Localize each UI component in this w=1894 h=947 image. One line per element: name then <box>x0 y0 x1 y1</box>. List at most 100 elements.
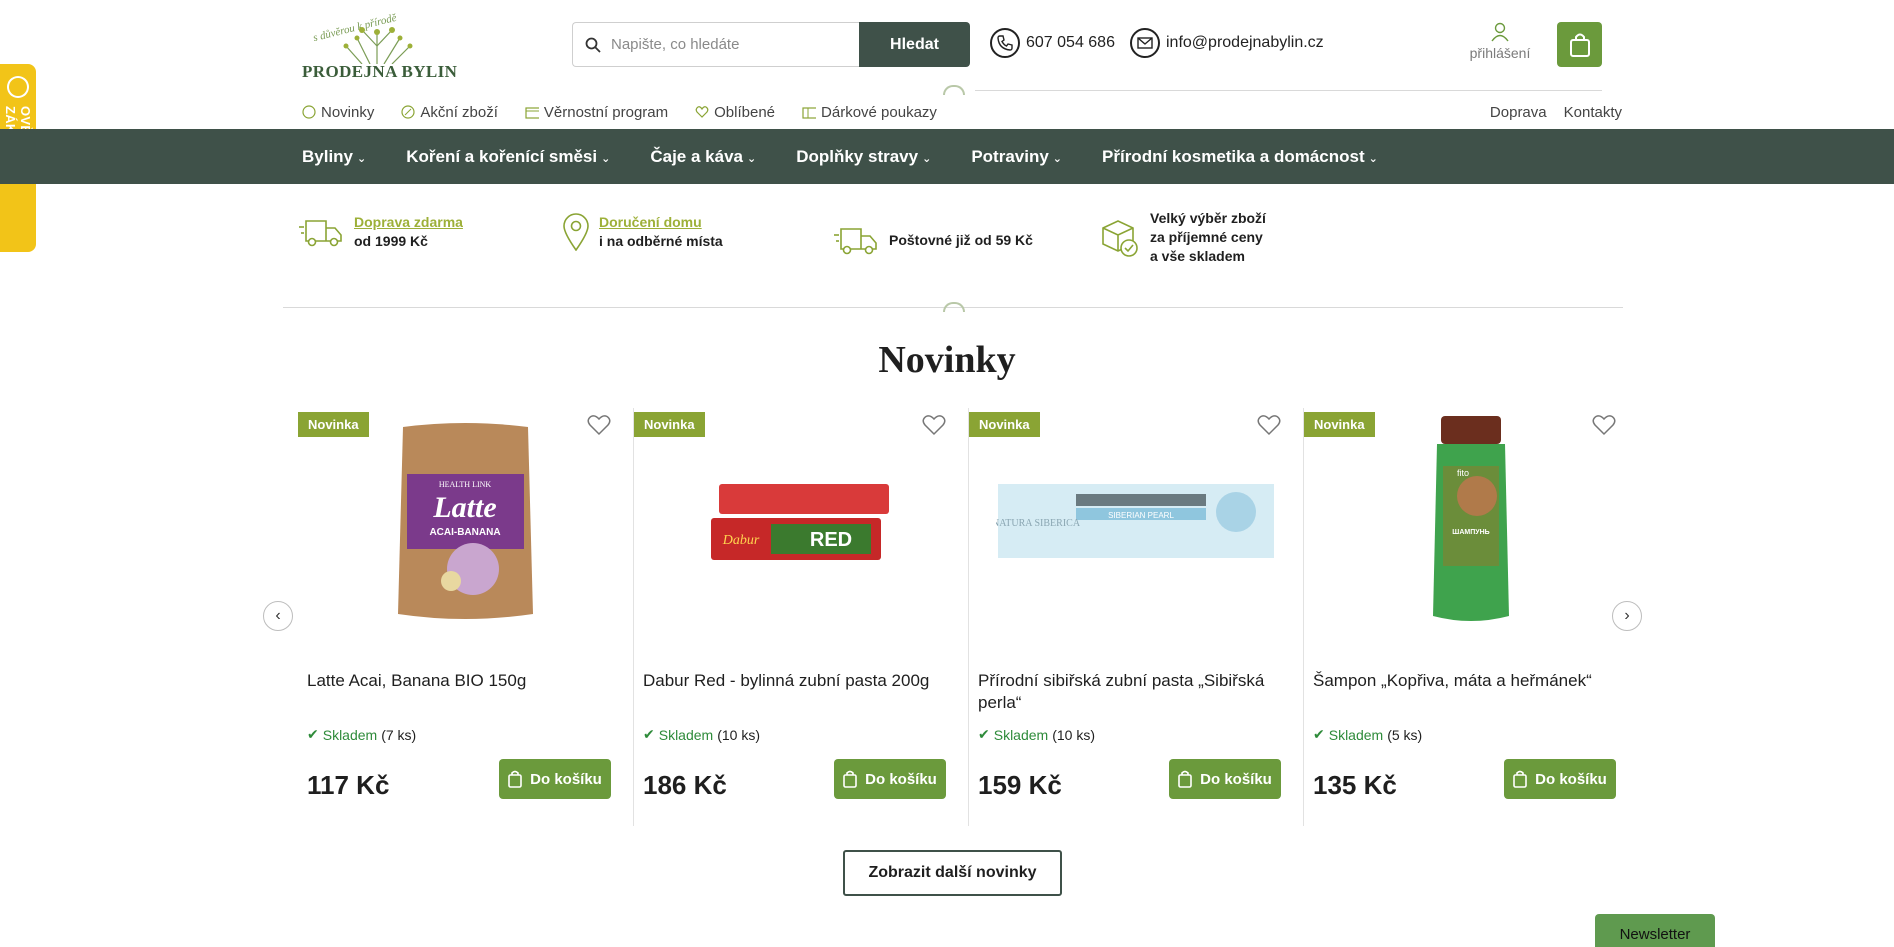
search-button[interactable]: Hledat <box>859 22 970 67</box>
logo[interactable]: s důvěrou k přírodě PRODEJNA BYLIN <box>302 12 457 82</box>
stock-qty: (10 ks) <box>1052 726 1095 743</box>
nav-label: Čaje a káva <box>650 146 743 166</box>
product-name[interactable]: Šampon „Kopřiva, máta a heřmánek“ <box>1313 670 1624 692</box>
chevron-down-icon: ⌄ <box>1368 153 1378 165</box>
subnav-vernostni-program[interactable]: Věrnostní program <box>525 104 668 121</box>
benefit-text: Poštovné již od 59 Kč <box>889 231 1033 248</box>
location-pin-icon <box>563 213 589 251</box>
add-to-cart-label: Do košíku <box>530 770 602 788</box>
carousel-next-button[interactable]: › <box>1612 601 1642 631</box>
stock-qty: (5 ks) <box>1387 726 1423 743</box>
chevron-down-icon: ⌄ <box>1052 153 1063 165</box>
subnav-akcni-zbozi[interactable]: Akční zboží <box>401 104 498 121</box>
product-image-title: SIBERIAN PEARL <box>1108 511 1174 520</box>
product-card[interactable]: Novinka HEALTH LINK Latte ACAI-BANANA La… <box>298 408 633 826</box>
product-image[interactable]: RED Dabur <box>634 416 968 626</box>
search-bar: Hledat <box>572 22 970 67</box>
percent-icon <box>401 105 415 119</box>
subnav-label: Novinky <box>321 103 375 121</box>
product-name[interactable]: Přírodní sibiřská zubní pasta „Sibiřská … <box>978 670 1289 714</box>
free-shipping-link[interactable]: Doprava zdarma <box>354 213 463 232</box>
truck-icon <box>299 220 342 247</box>
login-label: přihlášení <box>1469 45 1531 61</box>
check-icon: ✔ <box>978 726 990 742</box>
logo-name: PRODEJNA BYLIN <box>302 62 458 81</box>
search-icon <box>585 37 601 53</box>
truck-icon <box>834 228 877 255</box>
product-image[interactable]: HEALTH LINK Latte ACAI-BANANA <box>298 416 633 626</box>
search-input[interactable] <box>611 36 831 53</box>
nav-label: Potraviny <box>971 146 1049 166</box>
subnav-darkove-poukazy[interactable]: Dárkové poukazy <box>802 104 937 121</box>
stock-status: ✔ Skladem (5 ks) <box>1313 726 1422 743</box>
stock-status: ✔ Skladem (7 ks) <box>307 726 416 743</box>
stock-status: ✔ Skladem (10 ks) <box>643 726 760 743</box>
add-to-cart-button[interactable]: Do košíku <box>834 759 946 799</box>
add-to-cart-button[interactable]: Do košíku <box>1169 759 1281 799</box>
stock-qty: (10 ks) <box>717 726 760 743</box>
nav-byliny[interactable]: Byliny ⌄ <box>302 147 366 167</box>
subnav-oblibene[interactable]: Oblíbené <box>695 104 775 121</box>
doprava-link[interactable]: Doprava <box>1490 104 1547 121</box>
shopping-bag-icon <box>1178 770 1192 788</box>
product-image-brand: Dabur <box>722 533 760 548</box>
stock-qty: (7 ks) <box>381 726 417 743</box>
herbs-illustration-icon <box>343 27 413 64</box>
subnav-label: Věrnostní program <box>543 103 669 121</box>
product-image-brand: fito <box>1457 468 1469 478</box>
subnav-novinky[interactable]: Novinky <box>302 104 374 121</box>
chevron-down-icon: ⌄ <box>746 153 757 165</box>
add-to-cart-label: Do košíku <box>1535 770 1607 788</box>
nav-kosmetika[interactable]: Přírodní kosmetika a domácnost ⌄ <box>1102 147 1378 167</box>
kontakty-link[interactable]: Kontakty <box>1564 104 1622 121</box>
benefit-text: Velký výběr zboží <box>1150 210 1266 226</box>
section-title: Novinky <box>878 339 1016 381</box>
subnav-right-links: Doprava Kontakty <box>1490 104 1622 121</box>
shopping-bag-icon <box>843 770 857 788</box>
nav-koreni[interactable]: Koření a kořenící směsi ⌄ <box>406 147 610 167</box>
stock-label: Skladem <box>1328 726 1384 743</box>
phone-contact[interactable]: 607 054 686 <box>990 28 1115 58</box>
carousel-prev-button[interactable]: ‹ <box>263 601 293 631</box>
shopping-bag-icon <box>508 770 522 788</box>
benefit-selection: Velký výběr zboží za příjemné ceny a vše… <box>1100 209 1266 266</box>
product-price: 159 Kč <box>978 770 1062 800</box>
email-contact[interactable]: info@prodejnabylin.cz <box>1130 28 1324 58</box>
shopping-bag-icon <box>1513 770 1527 788</box>
product-image-title: Latte <box>432 491 496 524</box>
chevron-right-icon: › <box>1624 607 1630 624</box>
product-price: 186 Kč <box>643 770 727 800</box>
add-to-cart-button[interactable]: Do košíku <box>1504 759 1616 799</box>
benefit-text: i na odběrné místa <box>599 233 723 249</box>
main-navigation: Byliny ⌄ Koření a kořenící směsi ⌄ Čaje a … <box>0 129 1894 184</box>
cart-button[interactable] <box>1557 22 1602 67</box>
stock-status: ✔ Skladem (10 ks) <box>978 726 1095 743</box>
login-link[interactable]: přihlášení <box>1465 22 1535 61</box>
search-field[interactable] <box>572 22 859 67</box>
product-name[interactable]: Dabur Red - bylinná zubní pasta 200g <box>643 670 954 692</box>
nav-doplnky-stravy[interactable]: Doplňky stravy ⌄ <box>796 147 931 167</box>
seal-icon <box>7 76 29 98</box>
product-image[interactable]: fito ШАМПУНЬ <box>1304 416 1638 626</box>
nav-potraviny[interactable]: Potraviny ⌄ <box>971 147 1062 167</box>
stock-label: Skladem <box>322 726 378 743</box>
nav-caje-kava[interactable]: Čaje a káva ⌄ <box>650 147 756 167</box>
show-more-button[interactable]: Zobrazit další novinky <box>843 850 1062 896</box>
product-price: 117 Kč <box>307 770 390 800</box>
product-card[interactable]: Novinka RED Dabur Dabur Red - bylinná zu… <box>633 408 968 826</box>
product-card[interactable]: Novinka SIBERIAN PEARL NATURA SIBERICA P… <box>968 408 1303 826</box>
nav-label: Koření a kořenící směsi <box>406 146 598 166</box>
product-image[interactable]: SIBERIAN PEARL NATURA SIBERICA <box>969 416 1303 626</box>
leaf-ornament-icon <box>943 302 965 312</box>
chevron-down-icon: ⌄ <box>601 153 611 165</box>
add-to-cart-label: Do košíku <box>1200 770 1272 788</box>
product-card[interactable]: Novinka fito ШАМПУНЬ Šampon „Kopřiva, má… <box>1303 408 1638 826</box>
product-name[interactable]: Latte Acai, Banana BIO 150g <box>307 670 619 692</box>
home-delivery-link[interactable]: Doručení domu <box>599 213 723 232</box>
user-icon <box>1491 22 1509 42</box>
header: s důvěrou k přírodě PRODEJNA BYLIN Hleda… <box>302 12 1602 88</box>
add-to-cart-button[interactable]: Do košíku <box>499 759 611 799</box>
chevron-down-icon: ⌄ <box>357 153 367 165</box>
newsletter-button[interactable]: Newsletter <box>1595 914 1715 947</box>
product-image-subtitle: ACAI-BANANA <box>429 527 500 538</box>
